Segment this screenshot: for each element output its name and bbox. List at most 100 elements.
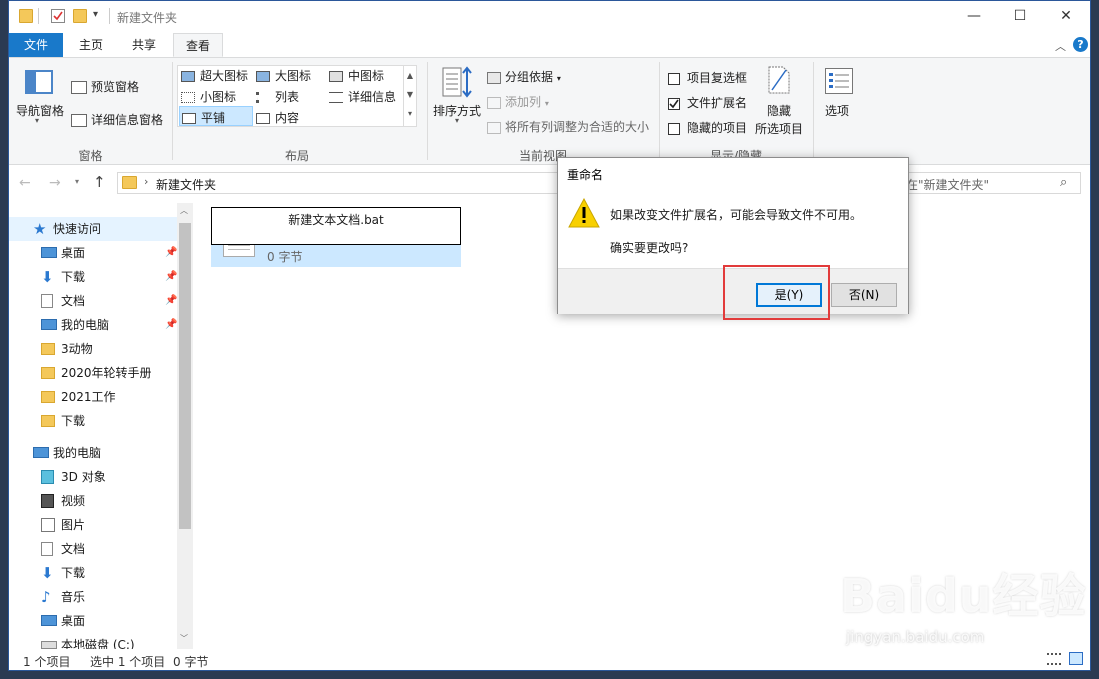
video-icon	[41, 494, 54, 508]
hide-selected-line1[interactable]: 隐藏	[767, 102, 791, 119]
folder-icon	[41, 415, 55, 427]
minimize-button[interactable]: —	[951, 1, 997, 31]
layout-content[interactable]: 内容	[256, 109, 299, 126]
new-folder-icon[interactable]	[73, 9, 87, 23]
checkbox-label: 项目复选框	[687, 71, 748, 85]
chevron-down-icon: ▾	[544, 99, 549, 108]
sidebar-item-quick-3[interactable]: 我的电脑 📌	[9, 313, 177, 337]
sidebar-item-pc-2[interactable]: 图片	[9, 513, 177, 537]
sidebar-item-pc-6[interactable]: 桌面	[9, 609, 177, 633]
search-input[interactable]: 在"新建文件夹" ⌕	[899, 172, 1081, 194]
details-pane-button[interactable]: 详细信息窗格	[71, 111, 163, 128]
maximize-button[interactable]: ☐	[997, 1, 1043, 31]
medium-icons-icon	[329, 71, 343, 82]
sidebar-item-label: 2020年轮转手册	[61, 366, 152, 380]
preview-pane-button[interactable]: 预览窗格	[71, 78, 139, 95]
chevron-down-icon: ▾	[455, 116, 460, 125]
details-pane-label: 详细信息窗格	[91, 113, 164, 127]
scroll-thumb[interactable]	[179, 223, 191, 529]
item-checkboxes-toggle[interactable]: 项目复选框	[668, 69, 747, 86]
divider	[427, 62, 428, 160]
document-icon	[41, 294, 53, 308]
fit-columns-button[interactable]: 将所有列调整为合适的大小	[487, 118, 649, 135]
options-button[interactable]: 选项	[825, 102, 849, 119]
sidebar-item-quick-7[interactable]: 下载	[9, 409, 177, 433]
divider	[172, 62, 173, 160]
add-column-label: 添加列	[505, 95, 542, 109]
sidebar-item-pc-1[interactable]: 视频	[9, 489, 177, 513]
large-icons-view-icon[interactable]	[1069, 652, 1083, 665]
no-button[interactable]: 否(N)	[831, 283, 897, 307]
layout-label: 超大图标	[200, 69, 249, 83]
sidebar-item-quick-access[interactable]: ★ 快速访问	[9, 217, 177, 241]
sidebar-item-quick-2[interactable]: 文档 📌	[9, 289, 177, 313]
desktop-icon	[41, 247, 57, 258]
checkbox-unchecked[interactable]	[668, 72, 680, 85]
address-bar[interactable]: › 新建文件夹	[117, 172, 567, 194]
navigation-pane-button[interactable]: 导航窗格	[16, 102, 64, 119]
hidden-items-toggle[interactable]: 隐藏的项目	[668, 119, 747, 136]
recent-locations-icon[interactable]: ▾	[75, 177, 79, 186]
folder-icon	[122, 176, 137, 189]
sidebar-item-quick-1[interactable]: ⬇ 下载 📌	[9, 265, 177, 289]
layout-details[interactable]: 详细信息	[329, 88, 396, 105]
folder-icon	[41, 367, 55, 379]
tab-share[interactable]: 共享	[119, 33, 169, 57]
details-view-icon[interactable]	[1047, 653, 1061, 665]
help-icon[interactable]: ?	[1073, 37, 1088, 52]
scroll-up-icon[interactable]: ︿	[180, 205, 188, 216]
up-arrow-icon[interactable]: ↑	[93, 173, 106, 191]
music-icon: ♪	[41, 588, 51, 606]
hide-selected-line2[interactable]: 所选项目	[755, 120, 803, 137]
computer-icon	[41, 319, 57, 330]
tab-file[interactable]: 文件	[9, 33, 63, 57]
divider	[659, 62, 660, 160]
navigation-bar: ← → ▾ ↑ › 新建文件夹 在"新建文件夹" ⌕	[9, 167, 1090, 199]
sidebar-scrollbar[interactable]: ︿ ﹀	[177, 203, 193, 649]
back-arrow-icon[interactable]: ←	[19, 175, 31, 191]
layout-gallery-scroll[interactable]: ▲ ▼ ▾	[403, 66, 416, 126]
chevron-down-icon: ▾	[35, 116, 40, 125]
tiles-icon	[182, 113, 196, 124]
sidebar-item-pc-0[interactable]: 3D 对象	[9, 465, 177, 489]
search-icon[interactable]: ⌕	[1060, 175, 1067, 190]
small-icons-icon	[181, 92, 195, 103]
sidebar-item-quick-5[interactable]: 2020年轮转手册	[9, 361, 177, 385]
properties-icon[interactable]	[51, 9, 65, 23]
checkbox-checked[interactable]	[668, 97, 680, 110]
sidebar-item-quick-4[interactable]: 3动物	[9, 337, 177, 361]
layout-extra-large-icons[interactable]: 超大图标	[181, 67, 248, 84]
layout-list[interactable]: 列表	[256, 88, 299, 105]
download-icon: ⬇	[41, 268, 54, 286]
sidebar-item-this-pc[interactable]: 我的电脑	[9, 441, 177, 465]
watermark-brand: Baidu经验	[840, 569, 1087, 623]
tab-home[interactable]: 主页	[67, 33, 115, 57]
group-by-button[interactable]: 分组依据 ▾	[487, 68, 561, 85]
checkbox-unchecked[interactable]	[668, 122, 680, 135]
layout-medium-icons[interactable]: 中图标	[329, 67, 384, 84]
sidebar-item-pc-5[interactable]: ♪ 音乐	[9, 585, 177, 609]
annotation-highlight-box	[723, 265, 830, 320]
scroll-down-icon[interactable]: ﹀	[180, 633, 188, 644]
options-icon	[825, 68, 853, 94]
layout-large-icons[interactable]: 大图标	[256, 67, 311, 84]
rename-field[interactable]: 新建文本文档.bat	[211, 207, 461, 245]
quick-access-dropdown-icon[interactable]: ▾	[93, 9, 98, 20]
sidebar-item-pc-4[interactable]: ⬇ 下载	[9, 561, 177, 585]
sidebar-item-label: 音乐	[61, 590, 86, 604]
sidebar-item-label: 文档	[61, 294, 86, 308]
tab-view[interactable]: 查看	[173, 33, 223, 57]
forward-arrow-icon[interactable]: →	[49, 175, 61, 191]
layout-tiles[interactable]: 平铺	[179, 106, 253, 126]
sidebar-item-pc-3[interactable]: 文档	[9, 537, 177, 561]
extra-large-icons-icon	[181, 71, 195, 82]
watermark-url: jingyan.baidu.com	[846, 628, 985, 646]
close-button[interactable]: ✕	[1043, 1, 1089, 31]
file-extensions-toggle[interactable]: 文件扩展名	[668, 94, 747, 111]
layout-small-icons[interactable]: 小图标	[181, 88, 236, 105]
add-column-button[interactable]: 添加列 ▾	[487, 93, 549, 110]
sidebar-item-quick-0[interactable]: 桌面 📌	[9, 241, 177, 265]
sidebar-item-quick-6[interactable]: 2021工作	[9, 385, 177, 409]
breadcrumb[interactable]: 新建文件夹	[156, 176, 216, 193]
collapse-ribbon-icon[interactable]: ︿	[1055, 38, 1066, 54]
